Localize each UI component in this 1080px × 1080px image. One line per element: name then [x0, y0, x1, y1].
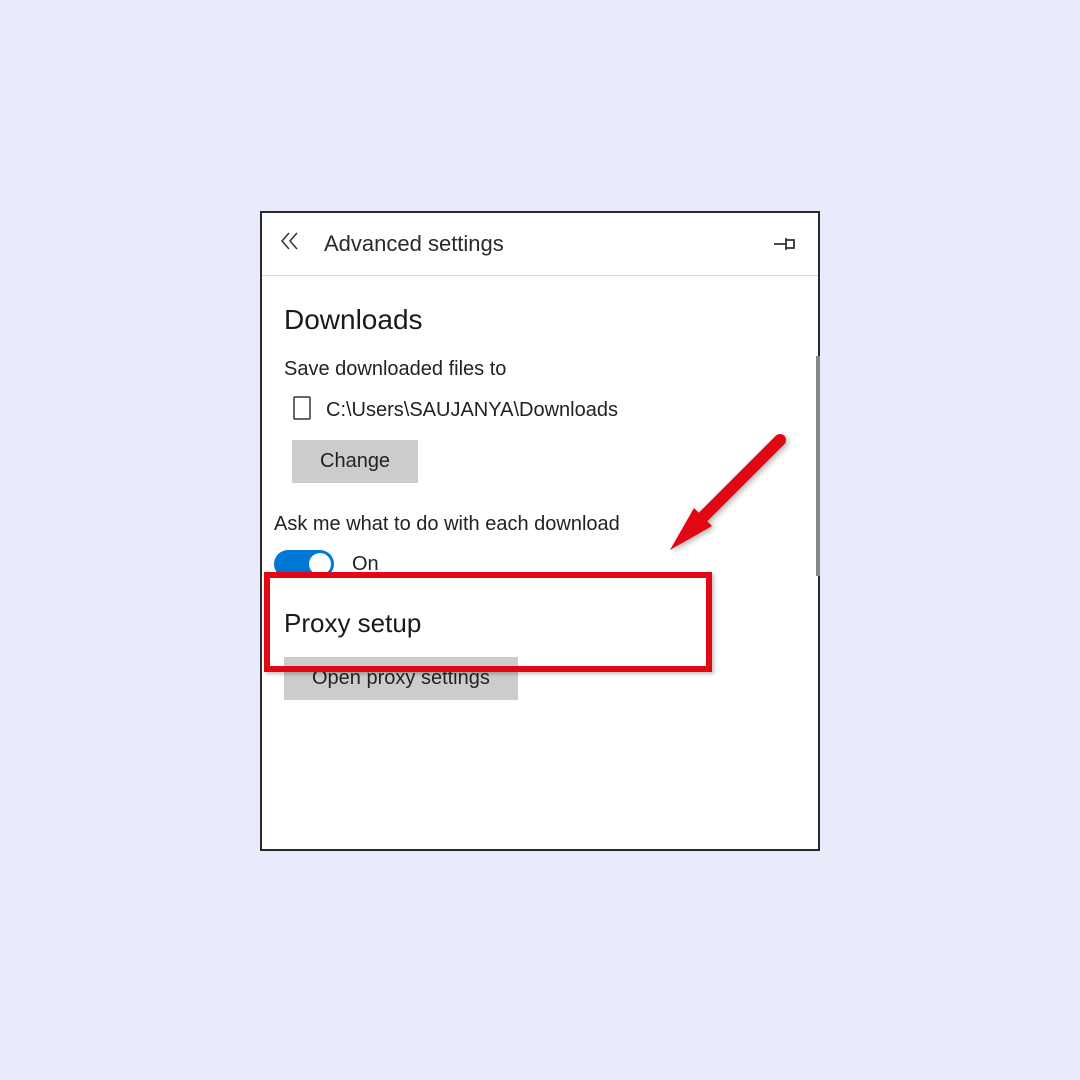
toggle-state-label: On [352, 553, 379, 576]
panel-title: Advanced settings [324, 231, 772, 257]
open-proxy-button[interactable]: Open proxy settings [284, 657, 518, 700]
change-button[interactable]: Change [292, 440, 418, 483]
back-icon[interactable] [280, 231, 302, 257]
panel-body: Downloads Save downloaded files to C:\Us… [262, 276, 818, 846]
ask-download-toggle-row: On [274, 550, 796, 578]
panel-header: Advanced settings [262, 213, 818, 276]
toggle-knob [309, 553, 331, 575]
save-location-label: Save downloaded files to [284, 358, 796, 381]
ask-download-label: Ask me what to do with each download [274, 513, 796, 536]
ask-download-section: Ask me what to do with each download On [274, 513, 796, 578]
download-path-row: C:\Users\SAUJANYA\Downloads [284, 395, 796, 426]
ask-download-toggle[interactable] [274, 550, 334, 578]
proxy-heading: Proxy setup [284, 608, 796, 639]
folder-icon [292, 395, 312, 426]
settings-panel: Advanced settings Downloads Save downloa… [260, 211, 820, 851]
scrollbar[interactable] [816, 356, 820, 576]
download-path-text: C:\Users\SAUJANYA\Downloads [326, 399, 618, 422]
pin-icon[interactable] [772, 235, 796, 253]
downloads-heading: Downloads [284, 304, 796, 336]
